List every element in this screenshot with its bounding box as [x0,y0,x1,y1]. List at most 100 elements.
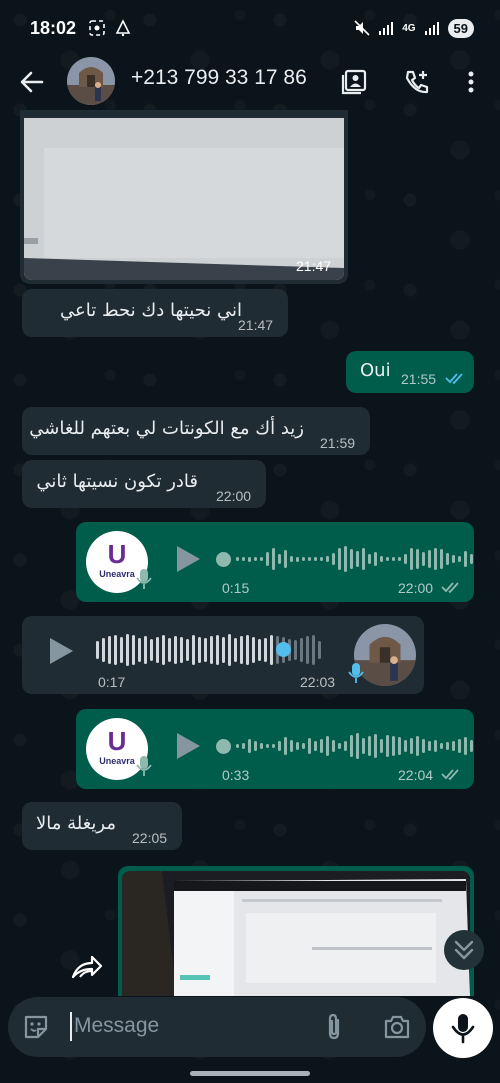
network-type: 4G [402,22,416,34]
message-text: اني نحيتها دك نحط تاعي [60,300,242,321]
mute-icon [354,20,370,36]
waveform-bar [210,636,213,664]
contact-avatar[interactable] [67,57,115,105]
text-caret [70,1012,72,1041]
waveform-bar [440,743,443,749]
voice-message-outgoing[interactable]: U Uneavra 0:15 22:00 [76,522,474,602]
waveform-bar [252,637,255,663]
voice-duration: 0:15 [222,580,250,596]
waveform-bar [338,548,341,570]
waveform-bar [242,557,245,561]
waveform-bar [326,556,329,562]
back-arrow-icon[interactable] [18,68,46,96]
add-call-icon[interactable] [403,68,431,96]
waveform-bar [290,556,293,562]
voice-record-button[interactable] [433,998,493,1058]
message-time: 22:04 [398,767,434,783]
double-chevron-down-icon [454,940,474,960]
message-incoming[interactable]: مريغلة مالا 22:05 [22,802,182,850]
gesture-nav-bar[interactable] [190,1071,310,1076]
waveform-bar [260,743,263,749]
waveform-bar [320,739,323,753]
waveform-bar [266,552,269,566]
contact-card-icon[interactable] [340,68,368,96]
voice-message-outgoing[interactable]: U Uneavra 0:33 22:04 [76,709,474,789]
message-outgoing[interactable]: Oui 21:55 [346,351,474,393]
waveform-bar [234,638,237,662]
waveform-bar [120,637,123,663]
waveform-bar [398,557,401,561]
waveform-bar [422,552,425,566]
camera-icon[interactable] [383,1014,411,1040]
waveform-bar [246,635,249,665]
waveform-bar [362,738,365,754]
waveform-bar [410,548,413,570]
waveform-bar [458,556,461,562]
waveform-bar [302,743,305,749]
voice-waveform[interactable] [236,542,473,576]
play-button[interactable] [177,733,200,759]
message-time: 22:00 [216,488,252,504]
waveform-bar [470,740,473,752]
waveform-bar [410,738,413,754]
waveform-bar [296,742,299,750]
voice-progress-knob[interactable] [216,552,231,567]
waveform-bar [96,641,99,659]
waveform-bar [272,744,275,748]
waveform-bar [356,551,359,567]
message-composer[interactable]: Message [8,997,426,1057]
waveform-bar [248,739,251,753]
waveform-bar [260,557,263,561]
message-incoming[interactable]: زيد أك مع الكونتات لي بعتهم للغاشي 21:59 [22,407,370,455]
voice-progress-knob[interactable] [276,642,291,657]
waveform-bar [386,735,389,757]
message-text: Oui [360,360,391,381]
play-button[interactable] [50,638,73,664]
waveform-bar [350,549,353,569]
waveform-bar [270,635,273,665]
voice-duration: 0:33 [222,767,250,783]
play-button[interactable] [177,546,200,572]
waveform-bar [416,736,419,756]
waveform-bar [350,735,353,757]
waveform-bar [242,743,245,749]
logo-icon: U [107,539,127,569]
message-image-incoming[interactable]: 21:47 [20,110,348,284]
forward-icon[interactable] [70,953,104,983]
waveform-bar [344,546,347,572]
voice-waveform[interactable] [236,729,473,763]
message-text: زيد أك مع الكونتات لي بعتهم للغاشي [29,418,304,439]
waveform-bar [144,636,147,664]
message-input[interactable]: Message [74,1014,159,1038]
contact-name[interactable]: +213 799 33 17 86 [131,66,307,90]
message-incoming[interactable]: اني نحيتها دك نحط تاعي 21:47 [22,289,288,337]
shared-image[interactable] [122,871,470,996]
read-ticks-icon [441,769,459,781]
more-options-icon[interactable] [457,68,485,96]
sticker-icon[interactable] [22,1013,50,1041]
waveform-bar [132,635,135,665]
waveform-bar [440,549,443,569]
waveform-bar [380,556,383,562]
screen-capture-icon [89,20,105,36]
voice-progress-knob[interactable] [216,739,231,754]
voice-message-incoming[interactable]: 0:17 22:03 [22,616,424,694]
waveform-bar [464,737,467,755]
mic-icon [136,569,152,589]
waveform-bar [404,740,407,752]
message-incoming[interactable]: قادر تكون نسيتها ثاني 22:00 [22,460,266,508]
message-text: مريغلة مالا [36,813,116,834]
waveform-bar [222,637,225,663]
shared-image[interactable] [24,118,344,280]
waveform-bar [428,550,431,568]
logo-icon: U [107,726,127,756]
scroll-to-bottom-button[interactable] [444,930,484,970]
waveform-bar [278,554,281,564]
waveform-bar [138,638,141,662]
waveform-bar [332,553,335,565]
waveform-bar [464,551,467,567]
message-image-outgoing[interactable] [118,866,474,996]
waveform-bar [168,638,171,662]
attach-icon[interactable] [322,1012,346,1042]
waveform-bar [314,557,317,561]
